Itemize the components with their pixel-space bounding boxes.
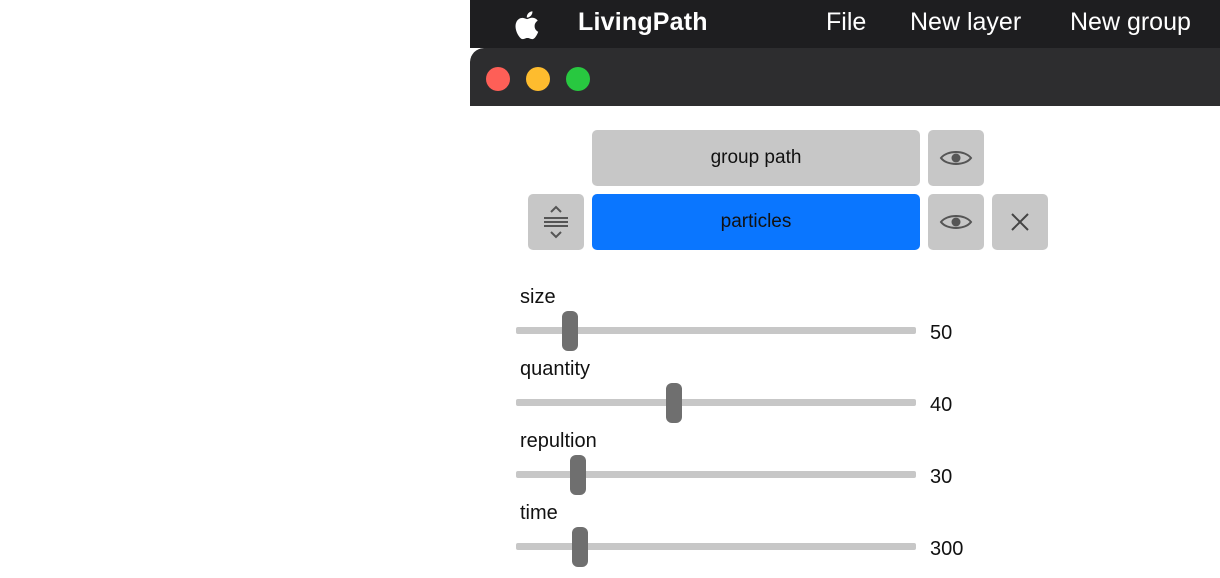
delete-layer-button[interactable]	[992, 194, 1048, 250]
param-value-time: 300	[930, 538, 964, 560]
screen: LivingPath File New layer New group grou…	[0, 0, 1220, 578]
slider-thumb-time[interactable]	[572, 527, 588, 567]
window-titlebar	[470, 48, 1220, 106]
slider-thumb-repultion[interactable]	[570, 455, 586, 495]
param-value-size: 50	[930, 322, 953, 344]
eye-icon	[939, 151, 973, 165]
slider-thumb-quantity[interactable]	[666, 383, 682, 423]
reorder-handle-icon	[544, 205, 568, 239]
close-x-icon	[1011, 213, 1029, 231]
slider-track-quantity[interactable]	[516, 399, 916, 406]
selected-layer-label: particles	[720, 211, 792, 232]
param-label-quantity: quantity	[520, 358, 591, 380]
group-visibility-button[interactable]	[928, 130, 984, 186]
app-name[interactable]: LivingPath	[578, 8, 708, 37]
apple-icon[interactable]	[510, 9, 540, 41]
param-value-repultion: 30	[930, 466, 953, 488]
menu-new-layer[interactable]: New layer	[910, 8, 1021, 37]
param-label-size: size	[520, 286, 556, 308]
close-window-button[interactable]	[486, 67, 510, 91]
group-layer-label: group path	[710, 147, 802, 168]
layer-visibility-button[interactable]	[928, 194, 984, 250]
eye-icon	[939, 215, 973, 229]
menu-bar: LivingPath File New layer New group	[470, 0, 1220, 48]
menu-new-group[interactable]: New group	[1070, 8, 1191, 37]
selected-layer-button[interactable]: particles	[592, 194, 920, 250]
param-label-repultion: repultion	[520, 430, 597, 452]
menu-file[interactable]: File	[826, 8, 866, 37]
param-label-time: time	[520, 502, 558, 524]
app-window: group path particles size 50 quantity 40…	[470, 48, 1220, 578]
reorder-layer-button[interactable]	[528, 194, 584, 250]
minimize-window-button[interactable]	[526, 67, 550, 91]
param-value-quantity: 40	[930, 394, 953, 416]
group-layer-button[interactable]: group path	[592, 130, 920, 186]
slider-thumb-size[interactable]	[562, 311, 578, 351]
zoom-window-button[interactable]	[566, 67, 590, 91]
